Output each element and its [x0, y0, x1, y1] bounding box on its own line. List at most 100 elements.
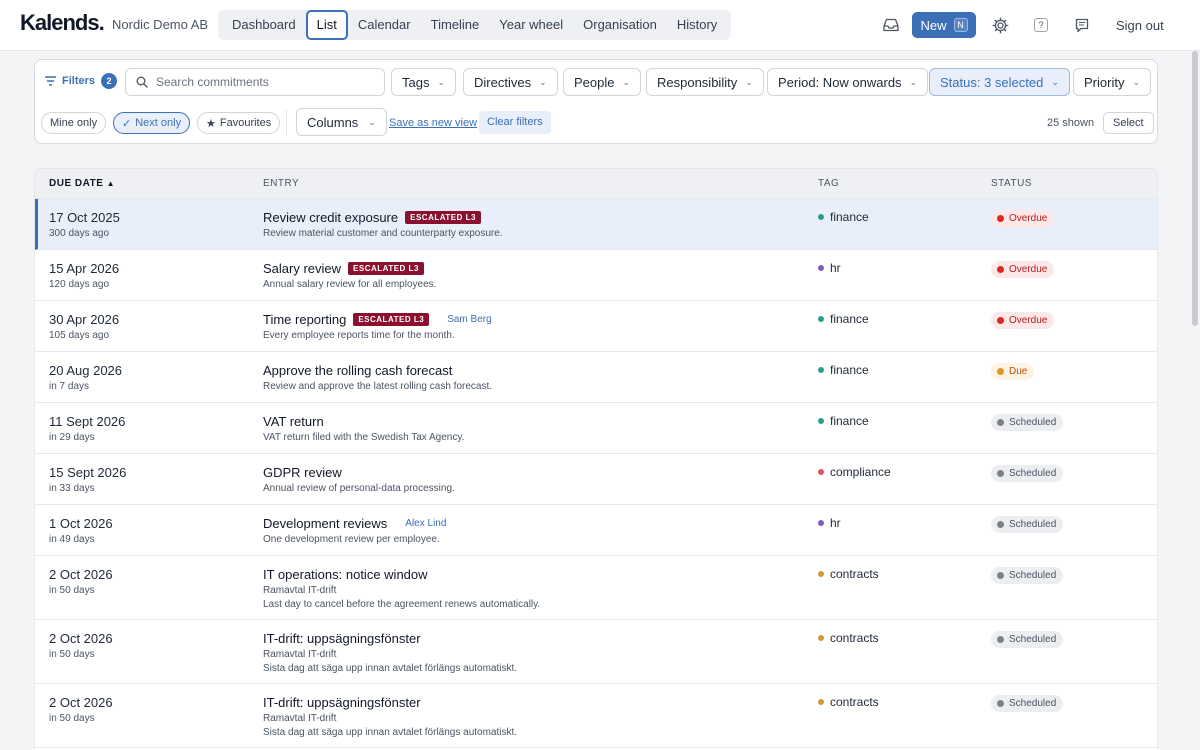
status-label: Overdue — [1009, 264, 1048, 275]
status-dot — [997, 700, 1004, 707]
entry-description: Every employee reports time for the mont… — [263, 330, 455, 341]
table-row[interactable]: 2 Oct 2026 in 50 days IT-drift: uppsägning… — [35, 620, 1157, 684]
column-header-status[interactable]: STATUS — [991, 178, 1032, 189]
inbox-icon[interactable] — [881, 15, 901, 35]
next-only-toggle[interactable]: ✓ Next only — [113, 112, 191, 134]
tag-cell: compliance — [818, 465, 891, 479]
directives-dropdown[interactable]: Directives ⌄ — [463, 68, 558, 96]
chevron-down-icon: ⌄ — [909, 76, 918, 87]
tag-cell: finance — [818, 414, 869, 428]
page-scrollbar[interactable] — [1190, 51, 1200, 750]
entry-cell: Review credit exposure ESCALATED L3 Review… — [263, 210, 783, 239]
relative-date: in 29 days — [49, 432, 95, 443]
table-row[interactable]: 2 Oct 2026 in 50 days IT-drift: uppsägning… — [35, 684, 1157, 748]
due-date-cell: 2 Oct 2026 in 50 days — [49, 695, 113, 724]
sign-out-link[interactable]: Sign out — [1116, 18, 1164, 33]
new-shortcut-key: N — [953, 18, 968, 32]
entry-title[interactable]: VAT return — [263, 414, 324, 429]
tag-cell: hr — [818, 261, 841, 275]
nav-tab-dashboard[interactable]: Dashboard — [222, 12, 306, 38]
tag-label: hr — [830, 516, 841, 530]
owner-link[interactable]: Sam Berg — [447, 314, 491, 325]
nav-tab-list[interactable]: List — [305, 10, 348, 40]
table-row[interactable]: 11 Sept 2026 in 29 days VAT return VAT retu… — [35, 403, 1157, 454]
tag-label: finance — [830, 414, 869, 428]
entry-title[interactable]: GDPR review — [263, 465, 342, 480]
search-input[interactable] — [156, 75, 376, 89]
entry-title[interactable]: IT operations: notice window — [263, 567, 428, 582]
status-label: Scheduled — [1009, 468, 1057, 479]
results-count: 25 shown — [1047, 117, 1095, 129]
new-button[interactable]: New N — [912, 12, 976, 38]
status-cell: Scheduled — [991, 630, 1064, 648]
due-date-cell: 11 Sept 2026 in 29 days — [49, 414, 125, 443]
tag-label: finance — [830, 363, 869, 377]
help-icon[interactable]: ? — [1031, 15, 1051, 35]
mine-only-toggle[interactable]: Mine only — [41, 112, 107, 134]
clear-filters-button[interactable]: Clear filters — [479, 111, 551, 134]
table-row[interactable]: 20 Aug 2026 in 7 days Approve the rolling … — [35, 352, 1157, 403]
table-row[interactable]: 15 Sept 2026 in 33 days GDPR review Annual … — [35, 454, 1157, 505]
column-header-tag[interactable]: TAG — [818, 178, 839, 189]
table-row[interactable]: 17 Oct 2025 300 days ago Review credit exp… — [35, 199, 1157, 250]
nav-tab-calendar[interactable]: Calendar — [348, 12, 421, 38]
entry-title[interactable]: Salary review — [263, 261, 341, 276]
due-date: 15 Apr 2026 — [49, 261, 120, 276]
entry-title[interactable]: Time reporting — [263, 312, 346, 327]
entry-description: One development review per employee. — [263, 534, 440, 545]
entry-title[interactable]: IT-drift: uppsägningsfönster — [263, 695, 421, 710]
status-dropdown[interactable]: Status: 3 selected ⌄ — [929, 68, 1070, 96]
status-dot — [997, 572, 1004, 579]
responsibility-dropdown[interactable]: Responsibility ⌄ — [646, 68, 764, 96]
tags-dropdown[interactable]: Tags ⌄ — [391, 68, 457, 96]
tag-color-dot — [818, 520, 824, 526]
status-label: Scheduled — [1009, 634, 1057, 645]
tag-cell: contracts — [818, 695, 879, 709]
save-view-link[interactable]: Save as new view — [389, 117, 477, 129]
period-dropdown[interactable]: Period: Now onwards ⌄ — [767, 68, 929, 96]
people-label: People — [574, 74, 615, 90]
entry-title[interactable]: Review credit exposure — [263, 210, 398, 225]
column-header-due-date[interactable]: DUE DATE ▲ — [49, 178, 115, 189]
entry-title[interactable]: IT-drift: uppsägningsfönster — [263, 631, 421, 646]
select-button[interactable]: Select — [1103, 112, 1154, 134]
gear-icon[interactable] — [990, 15, 1010, 35]
feedback-icon[interactable] — [1072, 15, 1092, 35]
priority-dropdown[interactable]: Priority ⌄ — [1073, 68, 1151, 96]
nav-tab-year-wheel[interactable]: Year wheel — [489, 12, 573, 38]
entry-cell: Salary review ESCALATED L3 Annual salary r… — [263, 261, 783, 290]
scrollbar-thumb[interactable] — [1192, 51, 1198, 326]
table-row[interactable]: 1 Oct 2026 in 49 days Development reviews A… — [35, 505, 1157, 556]
entry-title[interactable]: Development reviews — [263, 516, 387, 531]
favourites-toggle[interactable]: ★ Favourites — [197, 112, 281, 134]
tag-cell: finance — [818, 363, 869, 377]
search-box[interactable] — [125, 68, 385, 96]
owner-link[interactable]: Alex Lind — [405, 518, 446, 529]
due-date: 11 Sept 2026 — [49, 414, 126, 429]
table-row[interactable]: 2 Oct 2026 in 50 days IT operations: notic… — [35, 556, 1157, 620]
table-row[interactable]: 15 Apr 2026 120 days ago Salary review ESCA… — [35, 250, 1157, 301]
people-dropdown[interactable]: People ⌄ — [563, 68, 642, 96]
column-header-entry[interactable]: ENTRY — [263, 178, 299, 189]
app-logo[interactable]: Kalends. — [20, 10, 105, 36]
due-date: 1 Oct 2026 — [49, 516, 113, 531]
filters-count-badge: 2 — [101, 73, 118, 89]
status-cell: Overdue — [991, 260, 1055, 278]
tag-cell: contracts — [818, 631, 879, 645]
due-date: 2 Oct 2026 — [49, 567, 113, 582]
nav-tab-timeline[interactable]: Timeline — [421, 12, 490, 38]
filters-toggle[interactable]: Filters 2 — [45, 73, 118, 89]
due-date-cell: 2 Oct 2026 in 50 days — [49, 631, 113, 660]
status-badge: Overdue — [991, 312, 1055, 329]
entry-title[interactable]: Approve the rolling cash forecast — [263, 363, 452, 378]
columns-dropdown[interactable]: Columns ⌄ — [296, 108, 387, 136]
status-dot — [997, 419, 1004, 426]
nav-tab-organisation[interactable]: Organisation — [573, 12, 667, 38]
tag-label: contracts — [830, 567, 879, 581]
table-row[interactable]: 30 Apr 2026 105 days ago Time reporting ESC… — [35, 301, 1157, 352]
nav-tab-history[interactable]: History — [667, 12, 727, 38]
tag-color-dot — [818, 469, 824, 475]
organisation-name: Nordic Demo AB — [112, 17, 209, 32]
entry-description: Annual salary review for all employees. — [263, 279, 437, 290]
tags-label: Tags — [402, 74, 430, 90]
